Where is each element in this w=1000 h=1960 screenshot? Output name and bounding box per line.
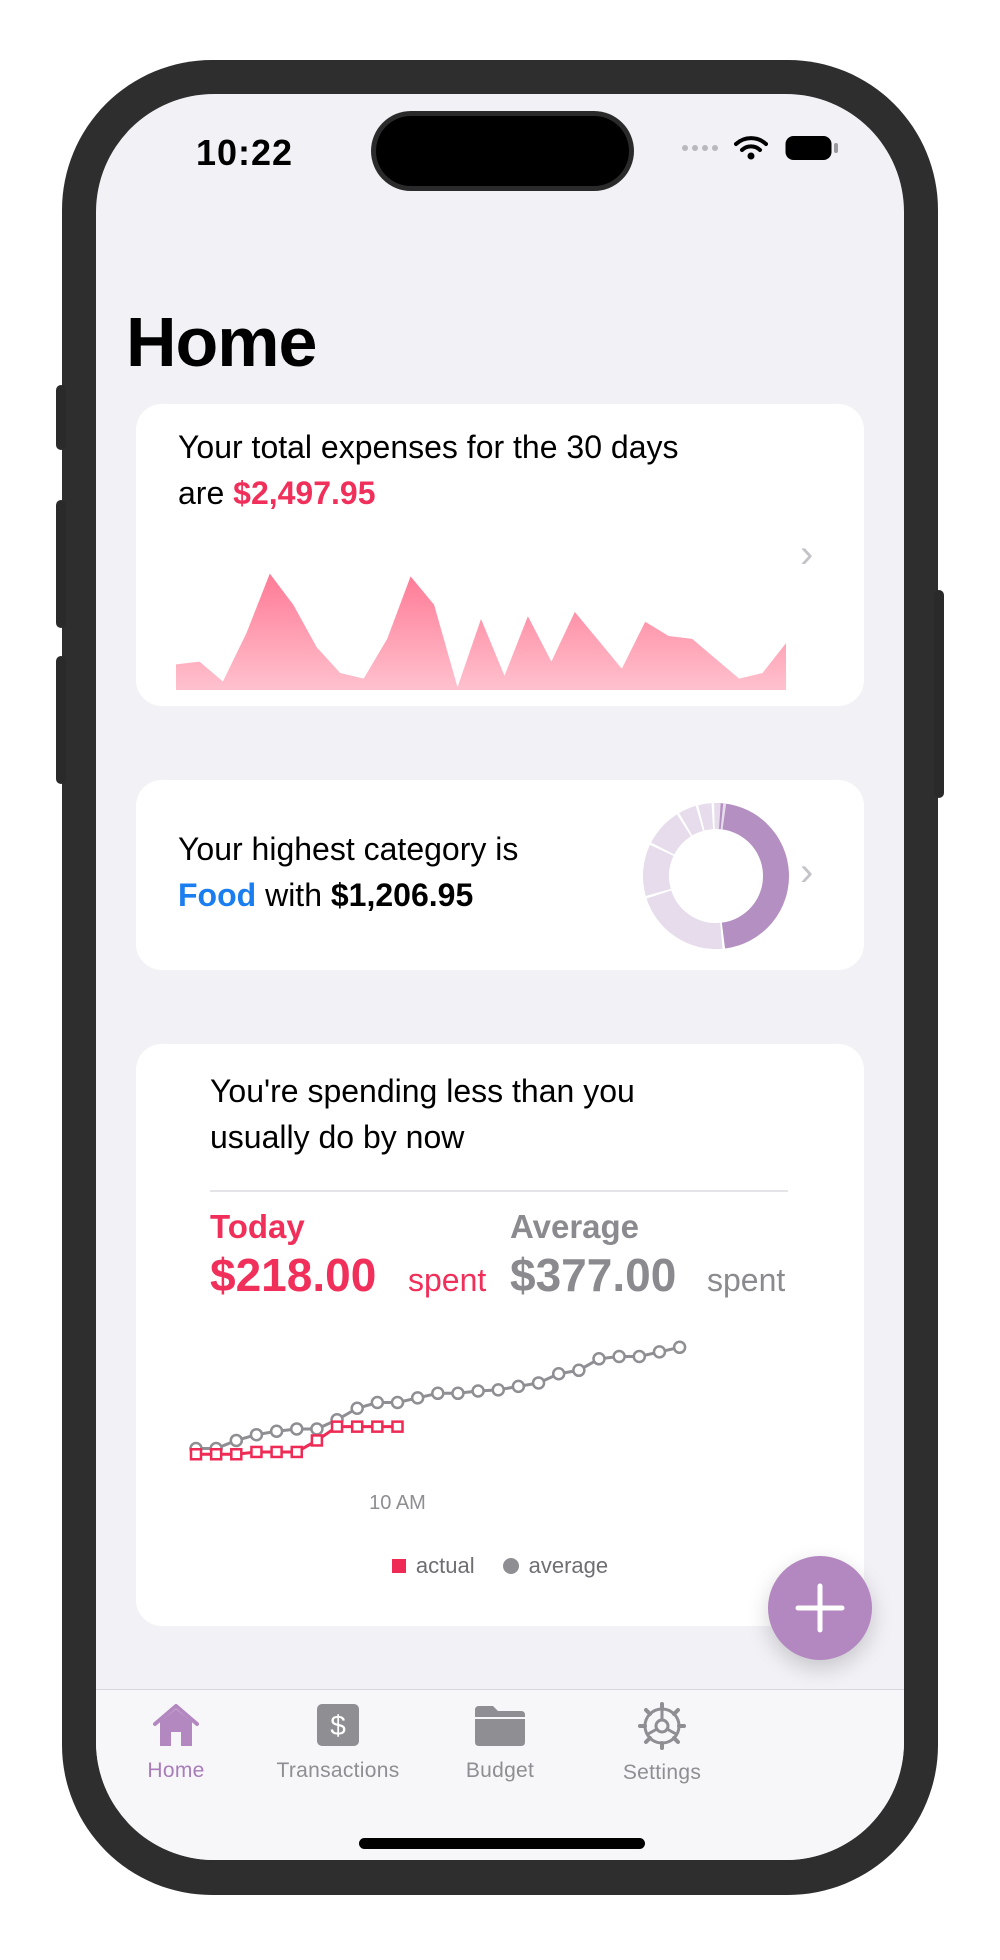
- average-point: [531, 1376, 546, 1390]
- dollar-icon: $: [317, 1704, 359, 1746]
- average-point: [249, 1427, 264, 1442]
- expenses-total: $2,497.95: [233, 475, 376, 511]
- total-expenses-card[interactable]: Your total expenses for the 30 days are …: [136, 404, 864, 706]
- silent-switch: [56, 385, 66, 450]
- gear-icon: [638, 1702, 686, 1750]
- average-point: [672, 1340, 687, 1355]
- average-point: [431, 1386, 445, 1401]
- expenses-line2-prefix: are: [178, 475, 234, 511]
- expenses-area: [176, 573, 786, 690]
- spending-line-chart: 10 AM: [189, 1340, 687, 1514]
- tab-bar: Home $ Transactions Budget Settings: [96, 1689, 904, 1860]
- legend-actual: actual: [391, 1553, 475, 1579]
- power-button: [934, 590, 944, 798]
- today-label: Today: [210, 1208, 305, 1245]
- average-unit: spent: [707, 1262, 786, 1298]
- average-point: [511, 1379, 526, 1394]
- donut-slice: [716, 803, 789, 949]
- donut-slice: [646, 889, 723, 949]
- average-point: [612, 1349, 626, 1364]
- average-point: [310, 1422, 324, 1436]
- average-point: [229, 1433, 244, 1448]
- dynamic-island: [376, 116, 629, 186]
- add-transaction-button[interactable]: [768, 1556, 872, 1660]
- x-tick-label: 10 AM: [369, 1492, 426, 1514]
- category-name: Food: [178, 877, 257, 913]
- actual-point: [209, 1448, 223, 1461]
- actual-point: [250, 1445, 263, 1459]
- today-value: $218.00: [210, 1249, 377, 1301]
- actual-point: [230, 1448, 243, 1461]
- donut-slice: [651, 814, 692, 856]
- actual-point: [371, 1420, 384, 1433]
- average-point: [290, 1422, 304, 1436]
- average-point: [269, 1424, 284, 1438]
- legend-actual-swatch: [391, 1559, 406, 1573]
- spending-pace-card: You're spending less than you usually do…: [136, 1044, 864, 1626]
- category-amount: $1,206.95: [330, 877, 474, 913]
- wifi-icon: [734, 136, 768, 160]
- legend-average-swatch: [502, 1558, 519, 1574]
- plus-icon: [795, 1583, 845, 1633]
- average-point: [451, 1386, 465, 1401]
- average-point: [390, 1395, 405, 1410]
- tab-settings-label: Settings: [622, 1761, 702, 1784]
- page-title: Home: [126, 303, 317, 381]
- status-icons: [682, 134, 840, 162]
- legend-actual-label: actual: [415, 1553, 475, 1578]
- expenses-area-chart: [176, 573, 786, 690]
- donut-slice: [643, 844, 674, 897]
- category-with-text: with: [256, 877, 331, 913]
- expenses-summary: Your total expenses for the 30 days are …: [178, 424, 778, 516]
- category-donut-chart: [643, 802, 789, 949]
- chevron-right-icon: ›: [800, 850, 814, 894]
- folder-icon: [475, 1706, 525, 1746]
- actual-point: [391, 1420, 404, 1433]
- donut-slice: [698, 803, 714, 831]
- cellular-signal-icon: [682, 145, 718, 151]
- tab-settings[interactable]: Settings: [562, 1702, 762, 1785]
- highest-category-card[interactable]: Your highest category is Food with $1,20…: [136, 780, 864, 970]
- home-indicator: [359, 1838, 645, 1849]
- actual-point: [189, 1448, 203, 1461]
- legend-average: average: [502, 1553, 609, 1579]
- spending-headline-line1: You're spending less than you: [210, 1073, 635, 1109]
- actual-point: [310, 1434, 324, 1447]
- actual-point: [270, 1445, 283, 1459]
- actual-point: [330, 1420, 344, 1433]
- expenses-line1: Your total expenses for the 30 days: [178, 429, 679, 465]
- house-icon: [153, 1704, 199, 1746]
- category-summary: Your highest category is Food with $1,20…: [178, 826, 598, 918]
- average-point: [350, 1401, 364, 1415]
- legend-average-label: average: [528, 1553, 609, 1578]
- today-unit: spent: [408, 1262, 487, 1298]
- svg-text:$: $: [330, 1710, 346, 1741]
- spending-headline-line2: usually do by now: [210, 1119, 465, 1155]
- screen: 10:22 Home Your total expenses for the 3…: [96, 94, 904, 1860]
- actual-point: [290, 1445, 303, 1459]
- average-point: [572, 1363, 586, 1378]
- actual-point: [350, 1420, 364, 1433]
- status-time: 10:22: [196, 132, 294, 173]
- category-line1: Your highest category is: [178, 831, 519, 867]
- spending-headline: You're spending less than you usually do…: [210, 1068, 810, 1160]
- donut-slice: [679, 805, 704, 836]
- chevron-right-icon: ›: [800, 532, 814, 576]
- average-point: [491, 1383, 505, 1397]
- average-point: [592, 1352, 606, 1366]
- divider: [210, 1190, 788, 1192]
- battery-icon: [785, 136, 838, 160]
- average-point: [370, 1395, 385, 1410]
- average-label: Average: [510, 1208, 640, 1245]
- average-value: $377.00: [510, 1249, 677, 1301]
- volume-up-button: [56, 500, 66, 628]
- volume-down-button: [56, 656, 66, 784]
- average-point: [652, 1345, 667, 1359]
- average-point: [551, 1367, 566, 1381]
- average-point: [632, 1349, 647, 1364]
- average-point: [471, 1384, 485, 1398]
- average-point: [410, 1391, 425, 1405]
